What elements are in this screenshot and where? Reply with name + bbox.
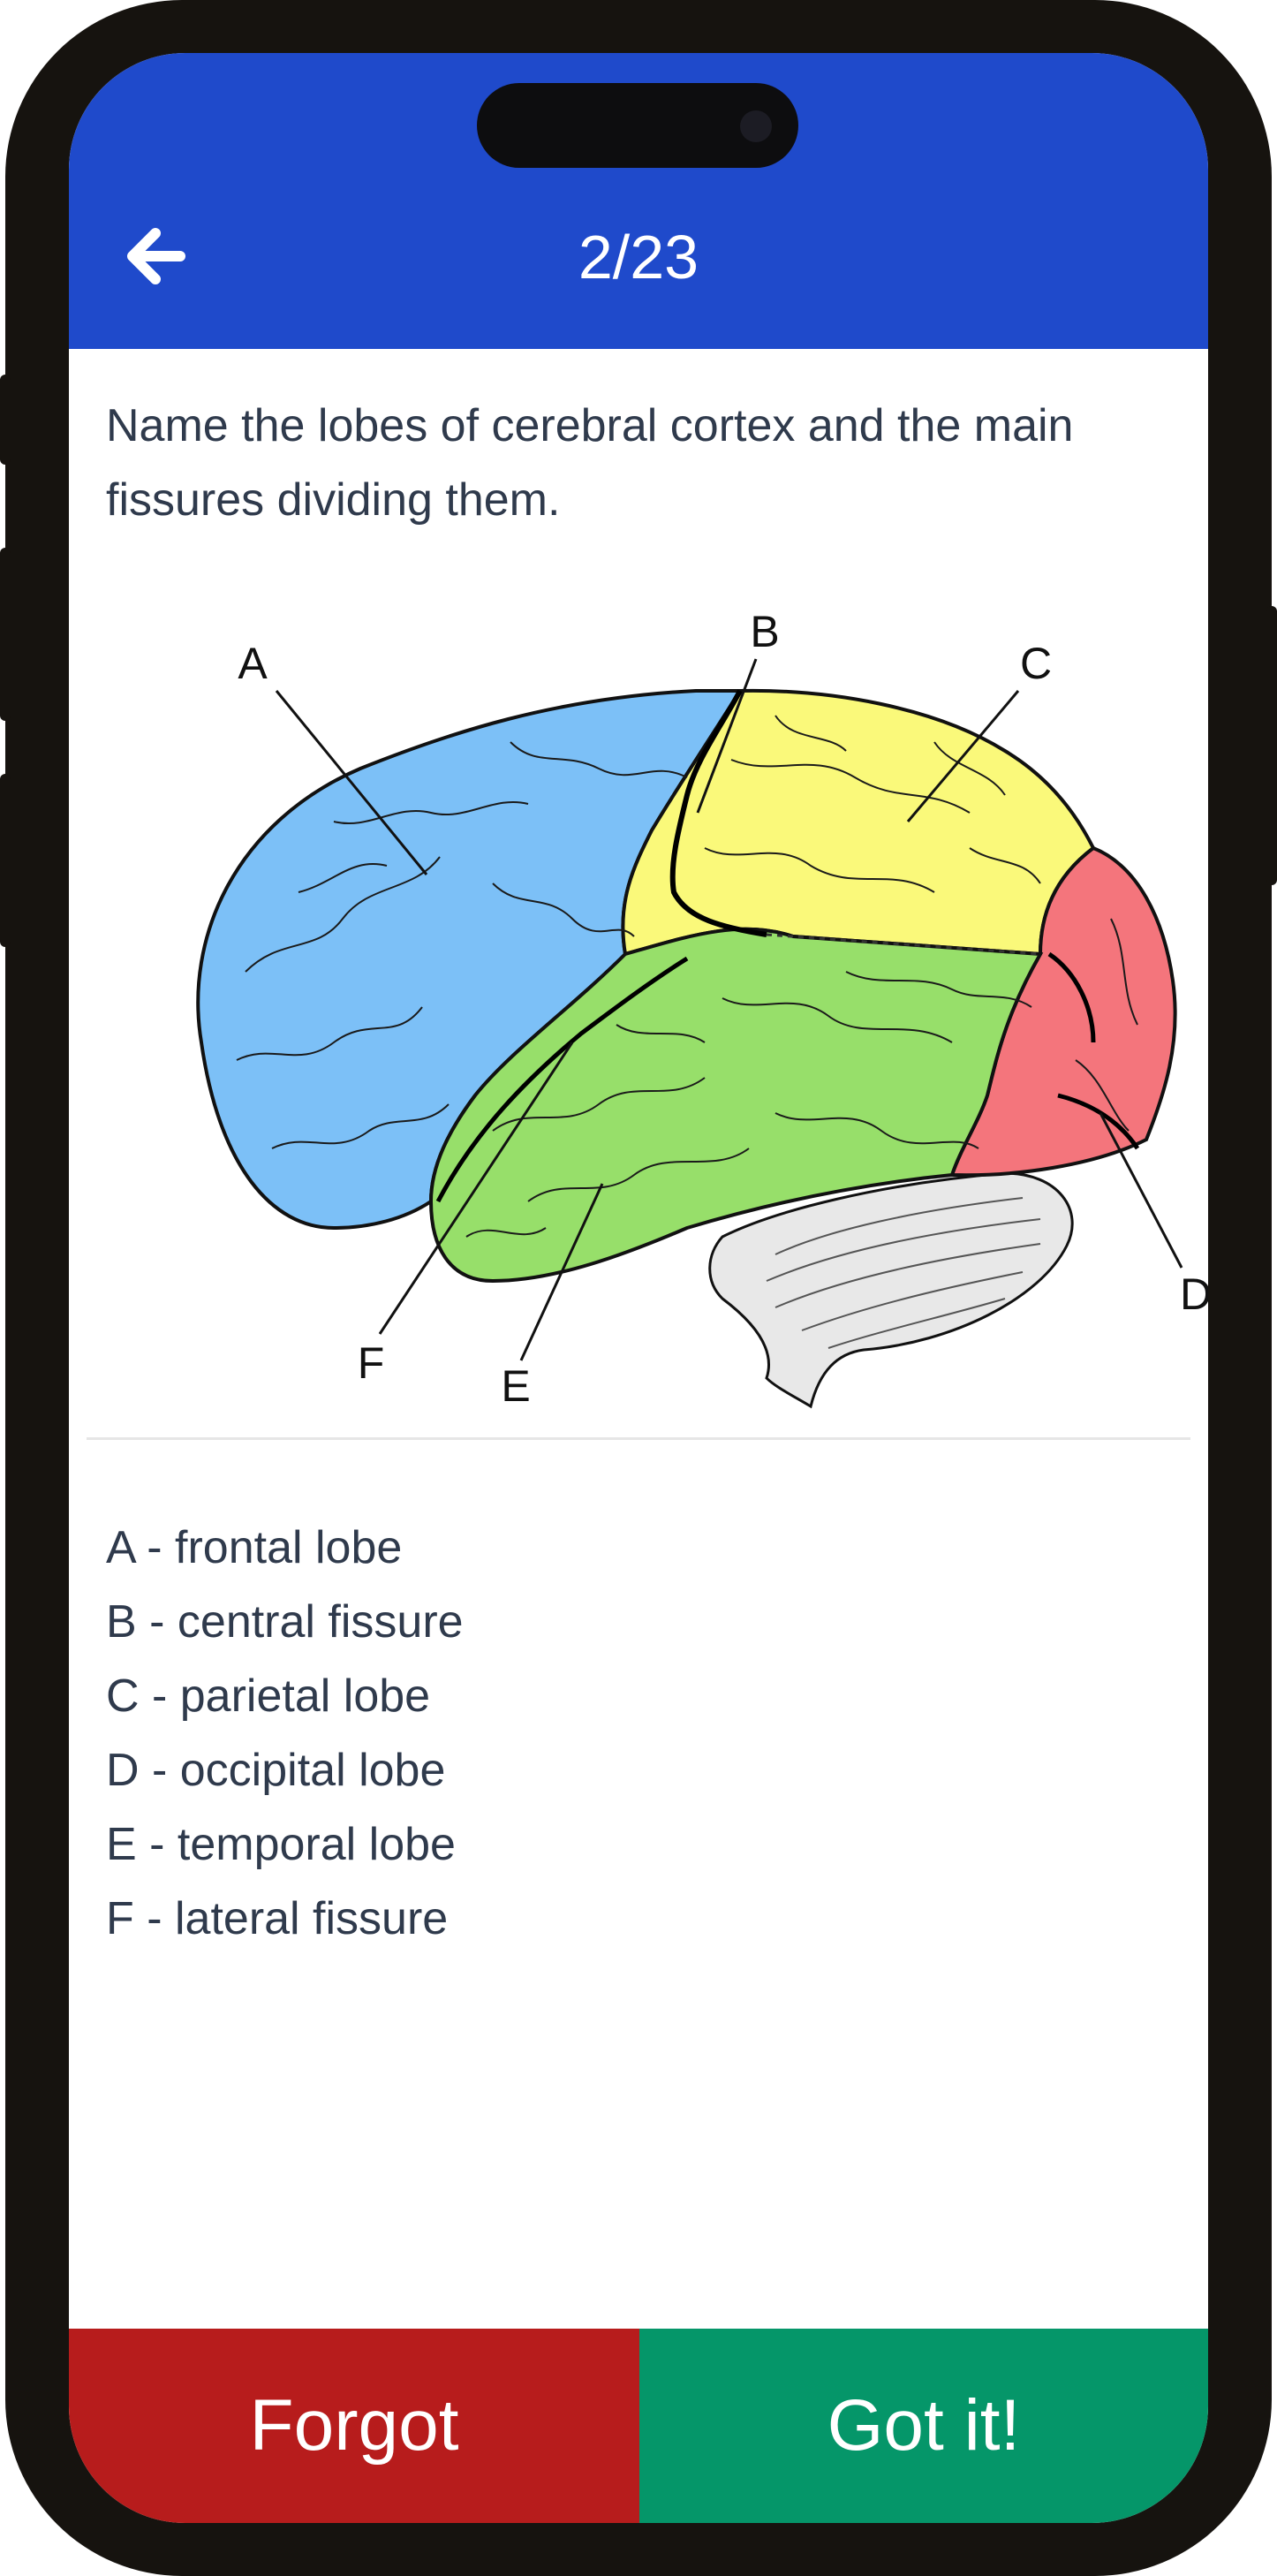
answer-list: A - frontal lobe B - central fissure C -… (106, 1511, 1166, 1956)
question-text: Name the lobes of cerebral cortex and th… (106, 400, 1074, 526)
label-c: C (1020, 639, 1052, 688)
power-button (1266, 606, 1277, 885)
brain-illustration: A B C D E F (196, 607, 1208, 1411)
volume-down-button (0, 774, 11, 947)
divider (87, 1437, 1190, 1440)
label-f: F (358, 1338, 385, 1388)
top-bar: 2/23 (69, 53, 1208, 349)
volume-up-button (0, 548, 11, 721)
answer-item: B - central fissure (106, 1596, 464, 1648)
card-counter: 2/23 (578, 223, 699, 292)
label-e: E (501, 1361, 530, 1411)
label-b: B (750, 607, 779, 656)
answer-item: A - frontal lobe (106, 1522, 403, 1573)
forgot-button[interactable]: Forgot (69, 2329, 639, 2523)
got-it-button[interactable]: Got it! (639, 2329, 1208, 2523)
label-a: A (238, 639, 268, 688)
dynamic-island (477, 83, 798, 168)
answer-item: C - parietal lobe (106, 1671, 431, 1722)
front-camera (740, 110, 772, 142)
brain-lobes-diagram: A B C D E F (157, 601, 1208, 1422)
answer-item: E - temporal lobe (106, 1819, 456, 1870)
action-button (0, 375, 11, 465)
app-screen: 2/23 Name the lobes of cerebral cortex a… (69, 53, 1208, 2523)
answer-item: D - occipital lobe (106, 1745, 446, 1796)
answer-item: F - lateral fissure (106, 1893, 449, 1944)
label-d: D (1180, 1269, 1208, 1319)
